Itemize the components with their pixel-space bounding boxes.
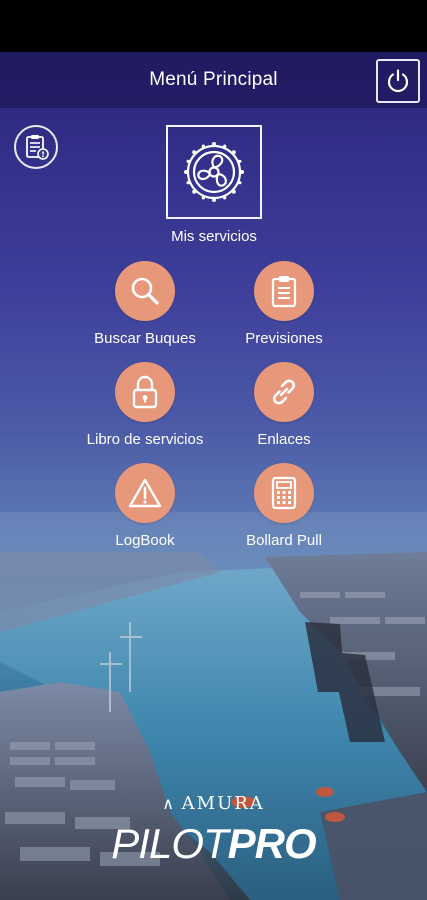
menu-item-enlaces[interactable]: Enlaces: [204, 362, 364, 448]
menu-item-label: LogBook: [115, 532, 175, 549]
menu-item-icon-circle: [115, 463, 175, 523]
menu-item-label: Buscar Buques: [94, 330, 196, 347]
menu-item-label: Previsiones: [245, 330, 323, 347]
bird-logo-icon: ∧: [162, 794, 174, 813]
mis-servicios-label: Mis servicios: [171, 228, 257, 245]
menu-item-icon-circle: [115, 362, 175, 422]
menu-item-icon-circle: [115, 261, 175, 321]
clipboard-icon: [271, 276, 297, 308]
warning-icon: [128, 478, 162, 508]
clipboard-report-icon: [26, 135, 49, 160]
report-button[interactable]: [14, 125, 58, 169]
menu-item-icon-circle: [254, 463, 314, 523]
product-name-bold: PRO: [227, 820, 317, 867]
lock-icon: [132, 375, 158, 409]
menu-item-logbook[interactable]: LogBook: [65, 463, 225, 549]
company-name: AMURA: [181, 793, 265, 814]
app-header: Menú Principal: [0, 52, 427, 108]
amura-logo: ∧ AMURA: [0, 793, 427, 814]
power-icon: [387, 69, 409, 93]
menu-item-bollard-pull[interactable]: Bollard Pull: [204, 463, 364, 549]
menu-item-libro-de-servicios[interactable]: Libro de servicios: [65, 362, 225, 448]
menu-item-previsiones[interactable]: Previsiones: [204, 261, 364, 347]
logout-button[interactable]: [376, 59, 420, 103]
pilotpro-logo: PILOTPRO: [0, 820, 427, 868]
calculator-icon: [271, 476, 297, 510]
main-menu-screen: Menú Principal Mis servicios Buscar Buqu…: [0, 52, 427, 900]
menu-item-buscar-buques[interactable]: Buscar Buques: [65, 261, 225, 347]
link-icon: [273, 379, 295, 405]
ship-propeller-icon: [184, 142, 244, 202]
menu-item-icon-circle: [254, 362, 314, 422]
search-icon: [131, 277, 159, 305]
menu-item-label: Bollard Pull: [246, 532, 322, 549]
mis-servicios-button[interactable]: [166, 125, 262, 219]
menu-item-icon-circle: [254, 261, 314, 321]
status-bar: [0, 0, 427, 52]
product-name-light: PILOT: [111, 820, 228, 867]
page-title: Menú Principal: [149, 69, 278, 90]
menu-item-label: Enlaces: [257, 431, 311, 448]
menu-item-label: Libro de servicios: [86, 431, 204, 448]
